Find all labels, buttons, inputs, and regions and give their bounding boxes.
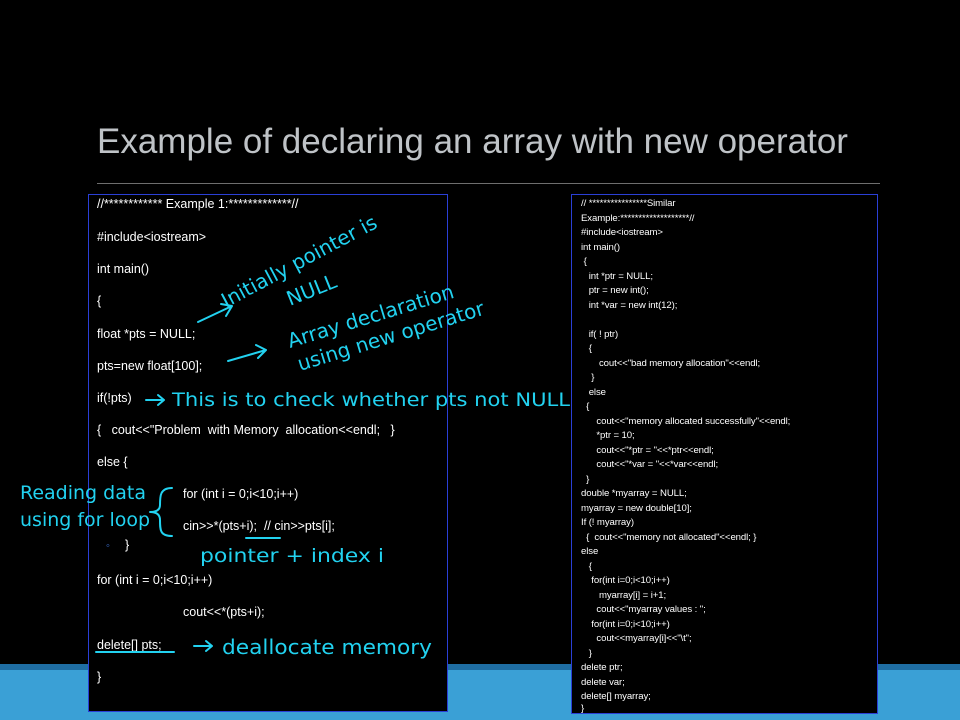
code-line: myarray = new double[10];	[581, 502, 692, 514]
code-line: int *var = new int(12);	[581, 299, 678, 311]
slide-title: Example of declaring an array with new o…	[97, 122, 848, 161]
code-line: }	[581, 473, 590, 485]
code-line: {	[581, 560, 592, 572]
code-line: }	[581, 703, 585, 714]
code-line: }	[97, 670, 102, 684]
code-line: delete[] pts;	[97, 638, 162, 652]
code-line: if(!pts)	[97, 391, 132, 405]
code-line: *ptr = 10;	[581, 430, 635, 441]
code-box-similar-example: // ****************Similar Example:*****…	[571, 194, 878, 714]
code-line: int main()	[581, 241, 620, 253]
code-line: cout<<"*var = "<<*var<<endl;	[581, 459, 719, 470]
code-line: for(int i=0;i<10;i++)	[581, 618, 670, 630]
code-line: {	[97, 294, 102, 308]
code-line: if( ! ptr)	[581, 328, 619, 340]
code-line: pts=new float[100];	[97, 359, 203, 373]
code-line: #include<iostream>	[581, 227, 663, 238]
code-line: //************ Example 1:*************//	[97, 197, 299, 211]
code-line: cout<<myarray[i]<<"\t";	[581, 633, 692, 644]
code-box-example1: //************ Example 1:*************//…	[88, 194, 448, 712]
code-line: double *myarray = NULL;	[581, 488, 687, 499]
code-line: {	[581, 256, 587, 267]
code-line: cout<<"*ptr = "<<*ptr<<endl;	[581, 444, 714, 456]
code-line: cout<<"memory allocated successfully"<<e…	[581, 415, 791, 427]
code-line: }	[581, 372, 595, 383]
code-line: delete[] myarray;	[581, 691, 651, 702]
code-line: Example:*******************//	[581, 212, 695, 224]
code-line: int *ptr = NULL;	[581, 270, 653, 282]
code-line: else	[581, 546, 599, 557]
code-line: {	[581, 401, 590, 412]
code-line: cout<<"bad memory allocation"<<endl;	[581, 357, 761, 369]
bullet-marker: ◦	[106, 540, 110, 552]
code-line: }	[125, 538, 130, 552]
code-line: { cout<<"memory not allocated"<<endl; }	[581, 531, 757, 543]
code-line: else {	[97, 455, 128, 469]
code-line: int main()	[97, 262, 150, 276]
title-divider	[97, 183, 880, 184]
code-line: If (! myarray)	[581, 517, 634, 528]
code-line: myarray[i] = i+1;	[581, 589, 667, 601]
code-line: for (int i = 0;i<10;i++)	[183, 487, 299, 501]
code-line: { cout<<"Problem with Memory allocation<…	[97, 423, 395, 437]
code-line: else	[581, 386, 606, 398]
code-line: for (int i = 0;i<10;i++)	[97, 573, 213, 587]
code-line: {	[581, 343, 592, 354]
code-line: cin>>*(pts+i); // cin>>pts[i];	[183, 519, 335, 533]
code-line: // ****************Similar	[581, 198, 676, 209]
code-line: cout<<"myarray values : ";	[581, 604, 706, 615]
code-line: for(int i=0;i<10;i++)	[581, 575, 670, 586]
code-line: }	[581, 647, 592, 659]
code-line: delete ptr;	[581, 662, 623, 673]
code-line: float *pts = NULL;	[97, 327, 196, 341]
code-line: cout<<*(pts+i);	[183, 605, 265, 619]
code-line: delete var;	[581, 676, 625, 688]
code-line: #include<iostream>	[97, 230, 207, 244]
code-line: ptr = new int();	[581, 285, 649, 296]
